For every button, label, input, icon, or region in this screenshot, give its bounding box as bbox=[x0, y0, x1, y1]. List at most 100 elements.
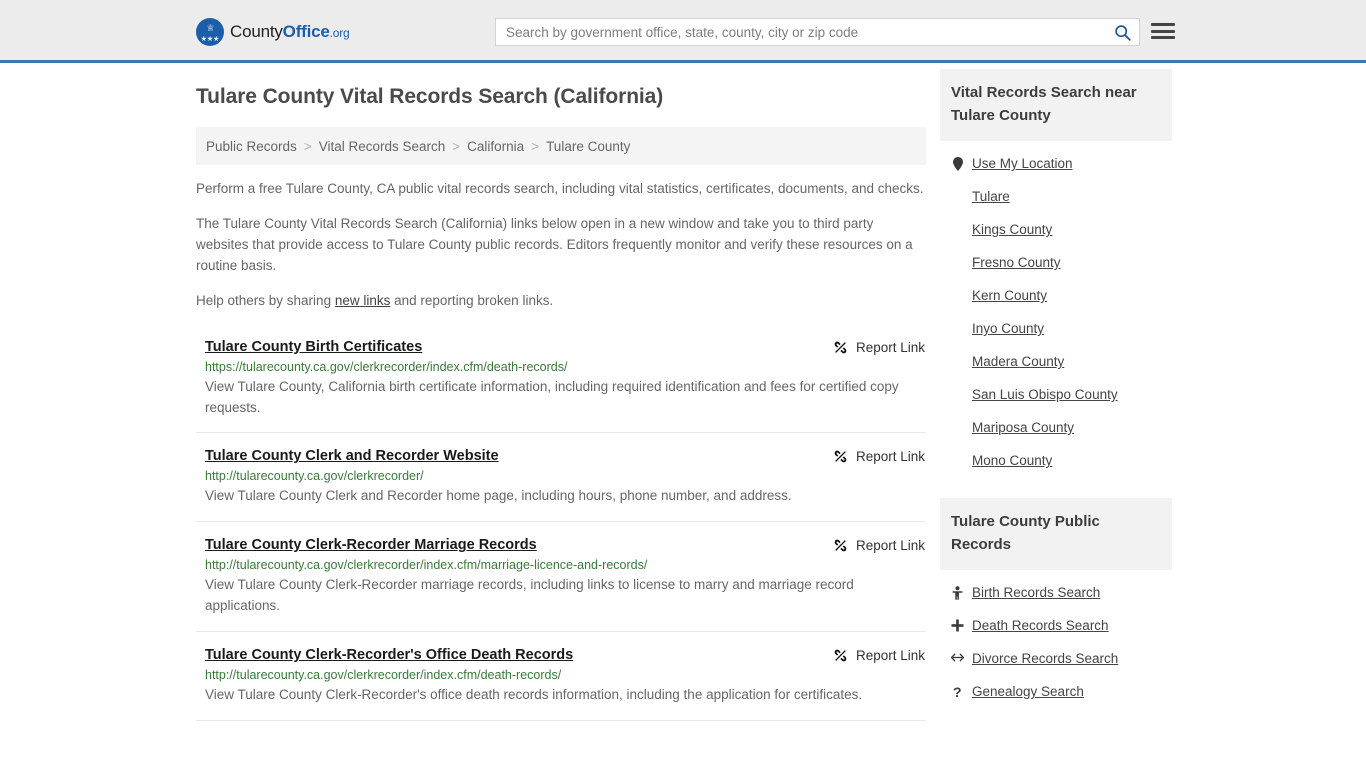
report-link-button[interactable]: Report Link bbox=[833, 648, 925, 663]
public-records-box: Tulare County Public Records Birth Recor… bbox=[940, 498, 1172, 708]
result-description: View Tulare County Clerk-Recorder's offi… bbox=[205, 687, 863, 703]
search-button[interactable] bbox=[1105, 19, 1139, 45]
report-link-label: Report Link bbox=[855, 538, 925, 554]
sidebar-link-label[interactable]: Tulare bbox=[972, 189, 1010, 204]
sidebar-item-divorce-records-search[interactable]: Divorce Records Search bbox=[940, 642, 1172, 675]
sidebar-link-label[interactable]: Kings County bbox=[972, 222, 1052, 237]
sidebar-item-mono-county[interactable]: Mono County bbox=[940, 444, 1172, 477]
result-description: View Tulare County Clerk and Recorder ho… bbox=[205, 488, 792, 504]
result-item: Tulare County Birth Certificates https:/… bbox=[196, 326, 926, 434]
breadcrumb-item-california[interactable]: California bbox=[467, 139, 524, 154]
sidebar-link-label[interactable]: Kern County bbox=[972, 288, 1047, 303]
result-description: View Tulare County, California birth cer… bbox=[205, 378, 899, 415]
report-link-button[interactable]: Report Link bbox=[833, 340, 925, 355]
report-link-button[interactable]: Report Link bbox=[833, 538, 925, 553]
logo-office-text: Office bbox=[282, 22, 330, 41]
hamburger-bar bbox=[1151, 29, 1175, 33]
sidebar-link-label[interactable]: Inyo County bbox=[972, 321, 1044, 336]
hamburger-bar bbox=[1151, 23, 1175, 26]
breadcrumb: Public Records > Vital Records Search > … bbox=[196, 127, 926, 165]
breadcrumb-item-tulare-county[interactable]: Tulare County bbox=[546, 139, 630, 154]
intro-text: Perform a free Tulare County, CA public … bbox=[196, 179, 926, 312]
sidebar-item-death-records-search[interactable]: Death Records Search bbox=[940, 609, 1172, 642]
sidebar-link-label[interactable]: Death Records Search bbox=[972, 618, 1109, 633]
site-logo[interactable]: ♕ ★★★ CountyOffice.org bbox=[196, 18, 350, 46]
intro-p3-before: Help others by sharing bbox=[196, 292, 335, 308]
result-title-link[interactable]: Tulare County Clerk-Recorder Marriage Re… bbox=[205, 537, 537, 553]
map-pin-icon bbox=[951, 157, 964, 171]
logo-wordmark: CountyOffice.org bbox=[230, 22, 350, 42]
intro-paragraph-3: Help others by sharing new links and rep… bbox=[196, 291, 926, 312]
sidebar: Vital Records Search near Tulare County … bbox=[940, 69, 1172, 708]
result-title-link[interactable]: Tulare County Clerk and Recorder Website bbox=[205, 448, 499, 464]
sidebar-link-label[interactable]: Madera County bbox=[972, 354, 1064, 369]
eagle-shield-icon: ♕ ★★★ bbox=[196, 18, 224, 46]
new-links-link[interactable]: new links bbox=[335, 293, 391, 308]
report-link-label: Report Link bbox=[855, 648, 925, 664]
result-url: http://tularecounty.ca.gov/clerkrecorder… bbox=[205, 558, 648, 573]
sidebar-link-label[interactable]: Mono County bbox=[972, 453, 1052, 468]
sidebar-item-birth-records-search[interactable]: Birth Records Search bbox=[940, 576, 1172, 609]
sidebar-item-kern-county[interactable]: Kern County bbox=[940, 279, 1172, 312]
result-title-link[interactable]: Tulare County Clerk-Recorder's Office De… bbox=[205, 647, 573, 663]
sidebar-link-label[interactable]: Fresno County bbox=[972, 255, 1061, 270]
sidebar-link-label[interactable]: Divorce Records Search bbox=[972, 651, 1118, 666]
sidebar-link-label[interactable]: Birth Records Search bbox=[972, 585, 1100, 600]
broken-link-icon bbox=[834, 649, 847, 662]
broken-link-icon bbox=[834, 341, 847, 353]
breadcrumb-separator: > bbox=[303, 138, 312, 154]
sidebar-link-label[interactable]: Genealogy Search bbox=[972, 684, 1084, 699]
result-title-link[interactable]: Tulare County Birth Certificates bbox=[205, 339, 422, 355]
sidebar-item-inyo-county[interactable]: Inyo County bbox=[940, 312, 1172, 345]
search-bar bbox=[495, 18, 1140, 46]
hamburger-bar bbox=[1151, 36, 1175, 39]
result-item: Tulare County Clerk-Recorder Marriage Re… bbox=[196, 522, 926, 633]
breadcrumb-item-public-records[interactable]: Public Records bbox=[206, 139, 297, 154]
intro-paragraph-2: The Tulare County Vital Records Search (… bbox=[196, 215, 913, 273]
sidebar-item-madera-county[interactable]: Madera County bbox=[940, 345, 1172, 378]
broken-link-icon bbox=[834, 451, 847, 463]
result-item: Tulare County Clerk-Recorder's Office De… bbox=[196, 632, 926, 722]
logo-county-text: County bbox=[230, 22, 283, 41]
report-link-label: Report Link bbox=[855, 449, 925, 465]
nearby-search-box: Vital Records Search near Tulare County … bbox=[940, 69, 1172, 477]
report-link-button[interactable]: Report Link bbox=[833, 449, 925, 464]
cross-icon bbox=[951, 619, 964, 632]
site-header: ♕ ★★★ CountyOffice.org bbox=[0, 0, 1366, 63]
svg-text:?: ? bbox=[953, 685, 962, 699]
nearby-search-title: Vital Records Search near Tulare County bbox=[940, 69, 1172, 141]
left-right-arrow-icon bbox=[951, 652, 964, 663]
result-description: View Tulare County Clerk-Recorder marria… bbox=[205, 577, 854, 614]
sidebar-link-label[interactable]: Mariposa County bbox=[972, 420, 1074, 435]
page-title: Tulare County Vital Records Search (Cali… bbox=[196, 85, 664, 108]
result-url: http://tularecounty.ca.gov/clerkrecorder… bbox=[205, 469, 424, 484]
intro-paragraph-1: Perform a free Tulare County, CA public … bbox=[196, 181, 924, 196]
breadcrumb-item-vital-records-search[interactable]: Vital Records Search bbox=[319, 139, 446, 154]
sidebar-item-use-my-location[interactable]: Use My Location bbox=[940, 147, 1172, 180]
report-link-label: Report Link bbox=[855, 339, 925, 355]
sidebar-item-mariposa-county[interactable]: Mariposa County bbox=[940, 411, 1172, 444]
broken-link-icon bbox=[834, 540, 847, 552]
sidebar-item-fresno-county[interactable]: Fresno County bbox=[940, 246, 1172, 279]
sidebar-link-label[interactable]: Use My Location bbox=[972, 156, 1073, 171]
sidebar-link-label[interactable]: San Luis Obispo County bbox=[972, 387, 1118, 402]
results-list: Tulare County Birth Certificates https:/… bbox=[196, 326, 926, 722]
result-item: Tulare County Clerk and Recorder Website… bbox=[196, 433, 926, 523]
intro-p3-after: and reporting broken links. bbox=[390, 292, 554, 308]
public-records-list: Birth Records Search Death Records Searc… bbox=[940, 570, 1172, 708]
search-input[interactable] bbox=[496, 19, 1105, 45]
result-url: https://tularecounty.ca.gov/clerkrecorde… bbox=[205, 359, 568, 374]
hamburger-menu-icon[interactable] bbox=[1151, 21, 1175, 41]
main-content: Tulare County Vital Records Search (Cali… bbox=[196, 85, 926, 722]
public-records-title: Tulare County Public Records bbox=[940, 498, 1172, 570]
question-mark-icon: ? bbox=[951, 685, 964, 699]
baby-icon bbox=[951, 586, 964, 600]
nearby-search-list: Use My Location Tulare Kings County Fres… bbox=[940, 141, 1172, 477]
sidebar-item-kings-county[interactable]: Kings County bbox=[940, 213, 1172, 246]
breadcrumb-separator: > bbox=[452, 138, 461, 154]
logo-tld-text: .org bbox=[329, 26, 350, 40]
sidebar-item-tulare[interactable]: Tulare bbox=[940, 180, 1172, 213]
sidebar-item-genealogy-search[interactable]: ? Genealogy Search bbox=[940, 675, 1172, 708]
sidebar-item-san-luis-obispo-county[interactable]: San Luis Obispo County bbox=[940, 378, 1172, 411]
search-icon bbox=[1114, 24, 1131, 41]
